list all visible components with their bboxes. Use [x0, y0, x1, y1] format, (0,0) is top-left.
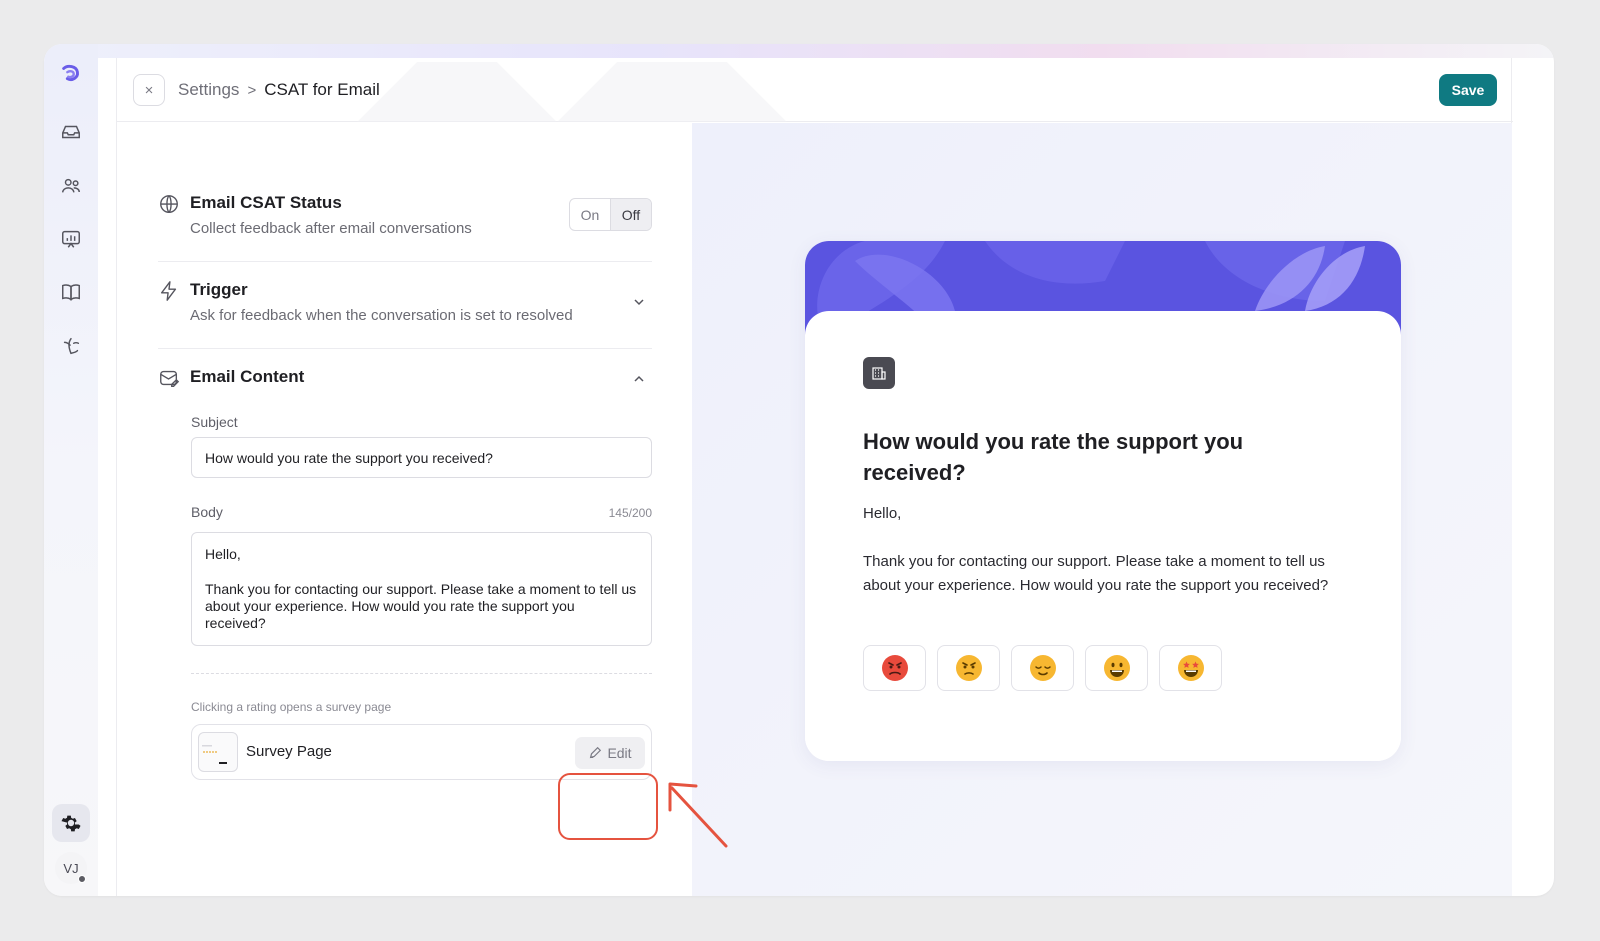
automation-icon[interactable]	[58, 333, 84, 359]
body-char-counter: 145/200	[608, 506, 652, 520]
body-greeting: Hello,	[205, 546, 241, 562]
edit-survey-button[interactable]: Edit	[575, 737, 645, 769]
reports-icon[interactable]	[58, 226, 84, 252]
divider	[158, 348, 652, 349]
rating-very-unhappy[interactable]	[863, 645, 926, 691]
globe-icon	[160, 195, 178, 213]
csat-status-title: Email CSAT Status	[190, 193, 342, 212]
body-label: Body	[191, 504, 223, 520]
avatar-initials: VJ	[63, 860, 79, 876]
logo-icon[interactable]	[58, 61, 84, 87]
csat-status-description: Collect feedback after email conversatio…	[190, 220, 472, 237]
csat-status-toggle[interactable]: On Off	[569, 198, 652, 231]
breadcrumb: Settings > CSAT for Email	[178, 79, 380, 101]
annotation-arrow-icon	[668, 782, 728, 848]
edit-label: Edit	[607, 745, 632, 761]
inbox-icon[interactable]	[58, 119, 84, 145]
user-avatar[interactable]: VJ	[55, 852, 87, 884]
close-icon: ×	[144, 81, 154, 99]
email-preview-card: How would you rate the support you recei…	[805, 241, 1401, 761]
toggle-off[interactable]: Off	[610, 199, 651, 230]
rating-neutral[interactable]	[1011, 645, 1074, 691]
body-textarea[interactable]: Hello, Thank you for contacting our supp…	[191, 532, 652, 646]
subject-value: How would you rate the support you recei…	[205, 450, 493, 466]
preview-title: How would you rate the support you recei…	[863, 429, 1244, 485]
dashed-divider	[191, 673, 652, 674]
subject-label: Subject	[191, 414, 238, 430]
close-button[interactable]: ×	[133, 74, 165, 106]
subject-input[interactable]: How would you rate the support you recei…	[191, 437, 652, 478]
header-decoration	[357, 62, 787, 122]
body-text: Thank you for contacting our support. Pl…	[205, 581, 637, 631]
header: × Settings > CSAT for Email Save	[117, 58, 1513, 122]
breadcrumb-settings[interactable]: Settings	[178, 80, 239, 100]
pencil-icon	[590, 746, 602, 759]
trigger-section[interactable]: Trigger Ask for feedback when the conver…	[158, 280, 652, 330]
preview-body-text: Thank you for contacting our support. Pl…	[863, 553, 1329, 594]
app-window: VJ × Settings > CSAT for Email Save Emai…	[44, 44, 1554, 896]
settings-gear-icon[interactable]	[52, 804, 90, 842]
star-struck-face-icon	[1177, 655, 1204, 681]
save-button[interactable]: Save	[1439, 74, 1497, 106]
lightning-icon	[160, 281, 177, 301]
rating-very-happy[interactable]	[1159, 645, 1222, 691]
csat-status-section: Email CSAT Status Collect feedback after…	[158, 193, 652, 253]
email-preview-body: How would you rate the support you recei…	[805, 311, 1401, 761]
rating-unhappy[interactable]	[937, 645, 1000, 691]
knowledge-base-icon[interactable]	[58, 279, 84, 305]
contacts-icon[interactable]	[58, 173, 84, 199]
email-edit-icon	[160, 370, 180, 387]
trigger-title: Trigger	[190, 280, 248, 299]
survey-page-label: Survey Page	[246, 743, 332, 760]
status-dot	[78, 875, 86, 883]
survey-hint: Clicking a rating opens a survey page	[191, 700, 392, 714]
angry-face-icon	[881, 655, 908, 681]
divider	[158, 261, 652, 262]
preview-greeting: Hello,	[863, 505, 902, 522]
smiling-face-icon	[1103, 655, 1130, 681]
trigger-description: Ask for feedback when the conversation i…	[190, 307, 573, 324]
breadcrumb-separator: >	[247, 81, 257, 99]
chevron-down-icon[interactable]	[632, 295, 646, 309]
email-content-section[interactable]: Email Content	[158, 367, 652, 397]
survey-page-card: Survey Page Edit	[191, 724, 652, 780]
highlight-box	[558, 773, 658, 840]
relieved-face-icon	[1029, 655, 1056, 681]
settings-form: Email CSAT Status Collect feedback after…	[117, 123, 692, 896]
company-logo-icon	[863, 357, 895, 389]
annoyed-face-icon	[955, 655, 982, 681]
main-content: × Settings > CSAT for Email Save Email C…	[116, 58, 1513, 896]
sidebar: VJ	[44, 44, 98, 896]
rating-row	[863, 645, 1222, 691]
page-title: CSAT for Email	[264, 80, 380, 99]
email-content-title: Email Content	[190, 367, 305, 386]
toggle-on[interactable]: On	[570, 199, 610, 230]
email-preview-panel: How would you rate the support you recei…	[692, 123, 1512, 896]
survey-thumbnail	[198, 732, 238, 772]
chevron-up-icon[interactable]	[632, 372, 646, 386]
rating-happy[interactable]	[1085, 645, 1148, 691]
